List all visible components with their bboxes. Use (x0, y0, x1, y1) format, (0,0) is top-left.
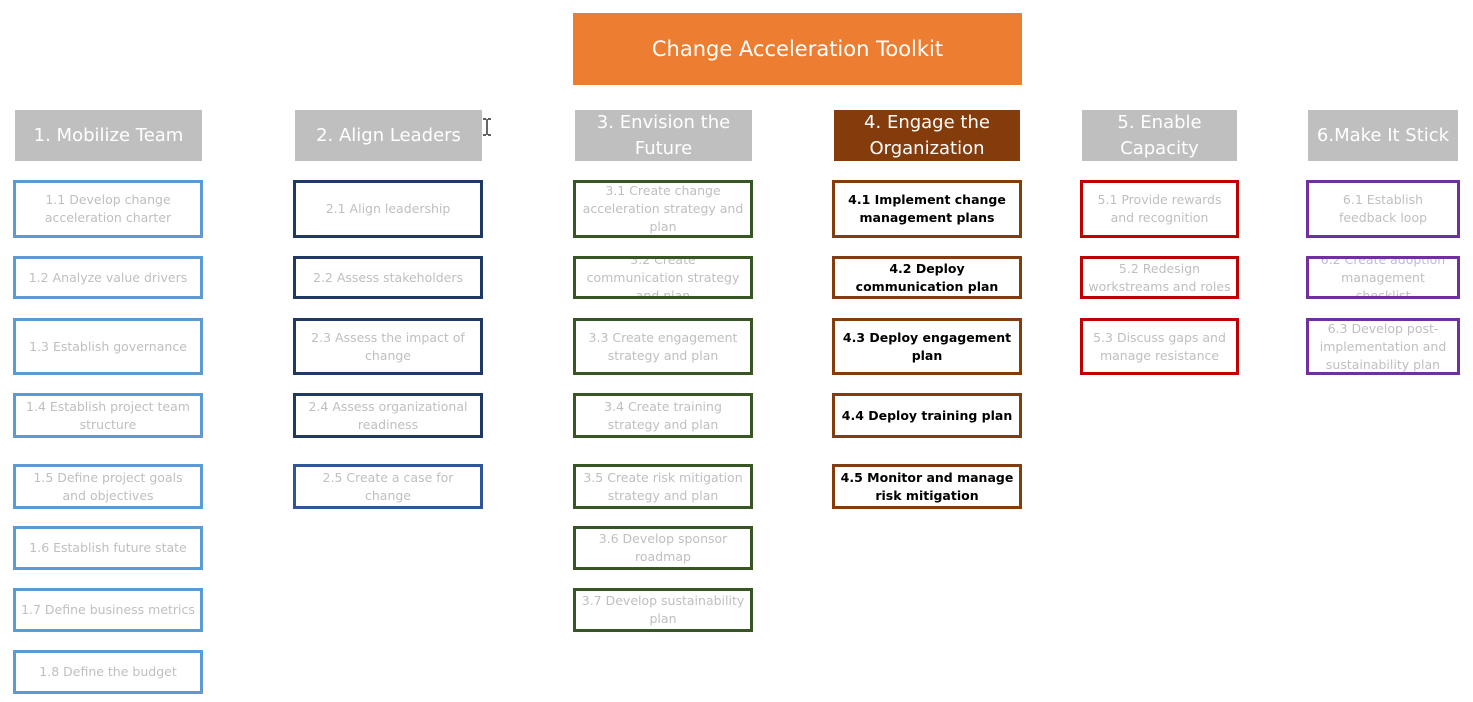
step-1-2[interactable]: 1.2 Analyze value drivers (13, 256, 203, 299)
step-2-1[interactable]: 2.1 Align leadership (293, 180, 483, 238)
step-5-3[interactable]: 5.3 Discuss gaps and manage resistance (1080, 318, 1239, 375)
phase-header-3[interactable]: 3. Envision the Future (575, 110, 752, 161)
step-4-5[interactable]: 4.5 Monitor and manage risk mitigation (832, 464, 1022, 509)
step-3-5[interactable]: 3.5 Create risk mitigation strategy and … (573, 464, 753, 509)
step-5-2[interactable]: 5.2 Redesign workstreams and roles (1080, 256, 1239, 299)
step-4-2[interactable]: 4.2 Deploy communication plan (832, 256, 1022, 299)
step-5-1[interactable]: 5.1 Provide rewards and recognition (1080, 180, 1239, 238)
step-1-1[interactable]: 1.1 Develop change acceleration charter (13, 180, 203, 238)
text-cursor-icon (483, 118, 491, 136)
step-1-8[interactable]: 1.8 Define the budget (13, 650, 203, 694)
step-4-1[interactable]: 4.1 Implement change management plans (832, 180, 1022, 238)
step-2-4[interactable]: 2.4 Assess organizational readiness (293, 393, 483, 438)
step-3-7[interactable]: 3.7 Develop sustainability plan (573, 588, 753, 632)
step-6-1[interactable]: 6.1 Establish feedback loop (1306, 180, 1460, 238)
step-1-6[interactable]: 1.6 Establish future state (13, 526, 203, 570)
step-2-3[interactable]: 2.3 Assess the impact of change (293, 318, 483, 375)
step-3-3[interactable]: 3.3 Create engagement strategy and plan (573, 318, 753, 375)
phase-header-1[interactable]: 1. Mobilize Team (15, 110, 202, 161)
step-3-4[interactable]: 3.4 Create training strategy and plan (573, 393, 753, 438)
step-2-2[interactable]: 2.2 Assess stakeholders (293, 256, 483, 299)
step-1-4[interactable]: 1.4 Establish project team structure (13, 393, 203, 438)
toolkit-title[interactable]: Change Acceleration Toolkit (573, 13, 1022, 85)
step-1-7[interactable]: 1.7 Define business metrics (13, 588, 203, 632)
step-2-5[interactable]: 2.5 Create a case for change (293, 464, 483, 509)
step-1-3[interactable]: 1.3 Establish governance (13, 318, 203, 375)
phase-header-6[interactable]: 6.Make It Stick (1308, 110, 1458, 161)
step-1-5[interactable]: 1.5 Define project goals and objectives (13, 464, 203, 509)
step-6-3[interactable]: 6.3 Develop post-implementation and sust… (1306, 318, 1460, 375)
step-3-1[interactable]: 3.1 Create change acceleration strategy … (573, 180, 753, 238)
step-4-4[interactable]: 4.4 Deploy training plan (832, 393, 1022, 438)
step-4-3[interactable]: 4.3 Deploy engagement plan (832, 318, 1022, 375)
step-6-2[interactable]: 6.2 Create adoption management checklist (1306, 256, 1460, 299)
step-3-6[interactable]: 3.6 Develop sponsor roadmap (573, 526, 753, 570)
step-3-2[interactable]: 3.2 Create communication strategy and pl… (573, 256, 753, 299)
phase-header-4[interactable]: 4. Engage the Organization (834, 110, 1020, 161)
phase-header-2[interactable]: 2. Align Leaders (295, 110, 482, 161)
phase-header-5[interactable]: 5. Enable Capacity (1082, 110, 1237, 161)
